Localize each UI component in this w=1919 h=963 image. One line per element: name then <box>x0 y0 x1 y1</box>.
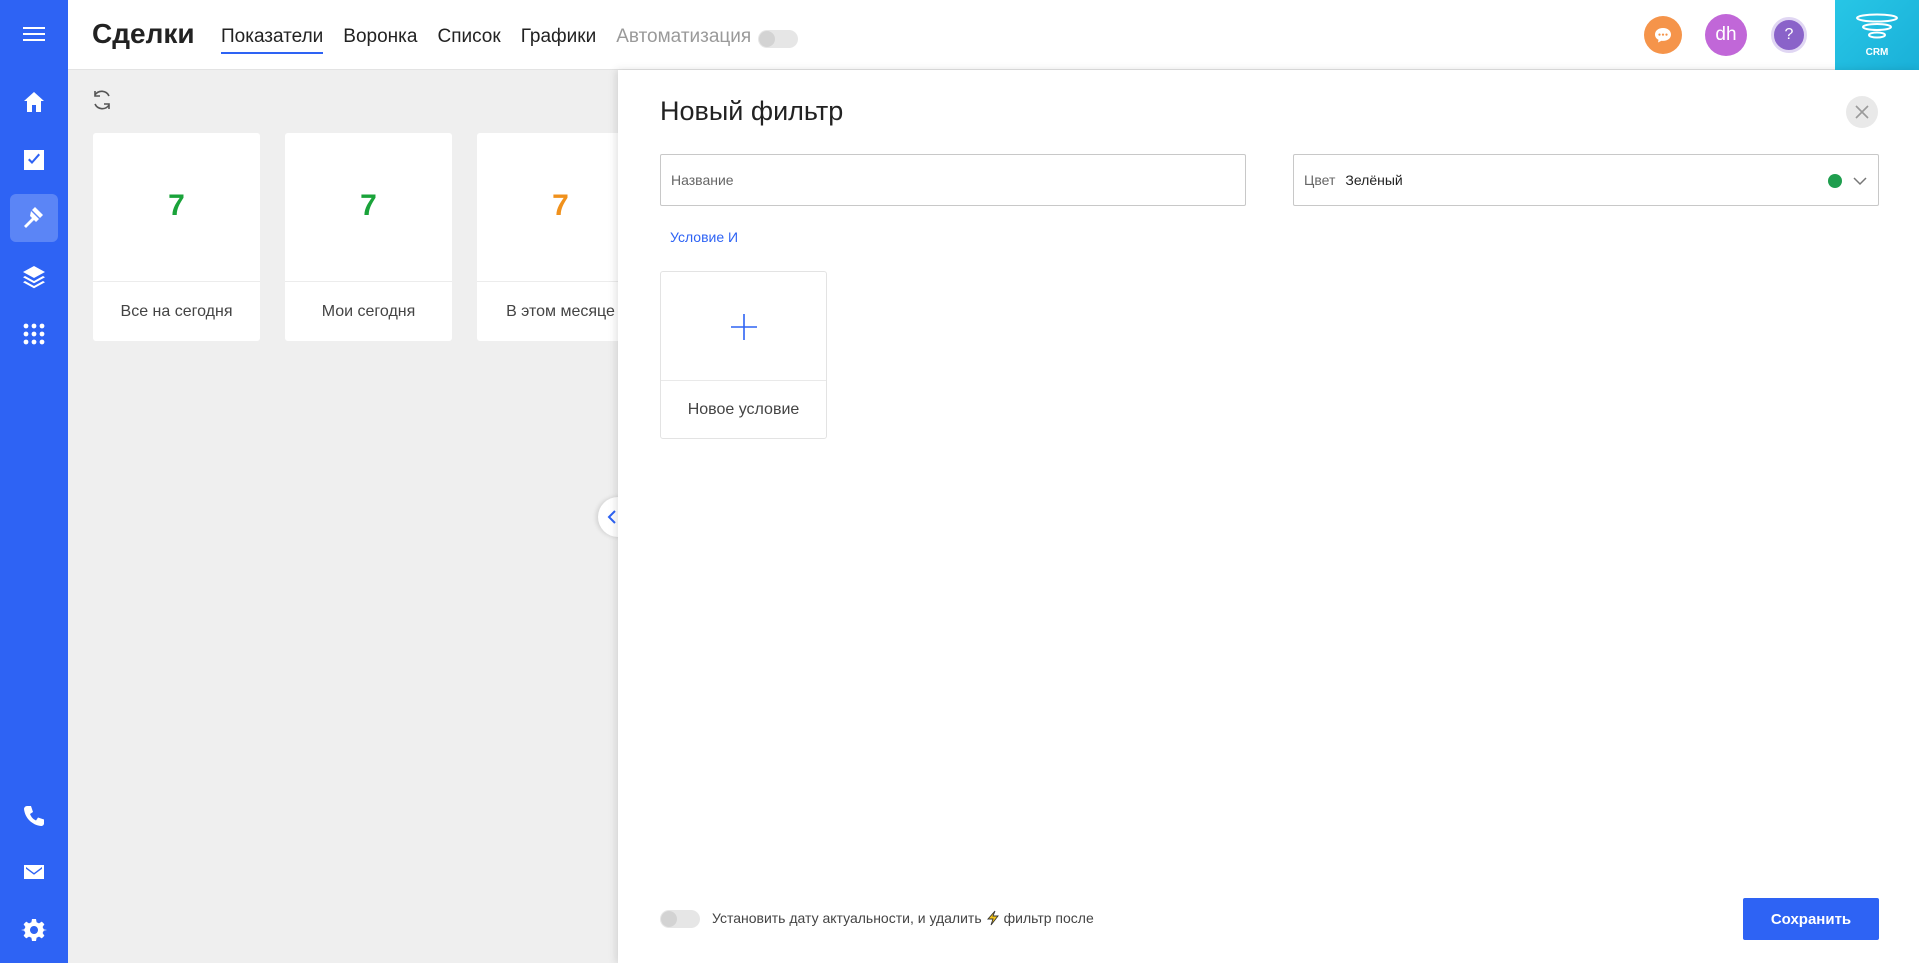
deals-icon[interactable] <box>10 194 58 242</box>
tab-funnel[interactable]: Воронка <box>343 26 417 54</box>
menu-icon[interactable] <box>10 10 58 58</box>
apps-icon[interactable] <box>10 310 58 358</box>
color-select-label: Цвет <box>1304 172 1336 188</box>
kpi-card-all-today[interactable]: 7 Все на сегодня <box>93 133 260 341</box>
help-icon[interactable]: ? <box>1771 17 1807 53</box>
crm-logo-icon <box>1856 13 1898 38</box>
refresh-icon[interactable] <box>90 88 114 112</box>
phone-icon[interactable] <box>10 792 58 840</box>
page-title: Сделки <box>92 18 195 49</box>
panel-title: Новый фильтр <box>660 96 844 126</box>
layers-icon[interactable] <box>10 252 58 300</box>
color-select-value: Зелёный <box>1345 172 1403 188</box>
mail-icon[interactable] <box>10 848 58 896</box>
new-filter-panel: Новый фильтр Цвет Зелёный Условие И Ново… <box>618 70 1919 963</box>
expiry-toggle[interactable] <box>660 910 700 928</box>
close-button[interactable] <box>1846 96 1878 128</box>
home-icon[interactable] <box>10 78 58 126</box>
expiry-text: Установить дату актуальности, и удалить … <box>712 910 1094 926</box>
kpi-value: 7 <box>168 189 185 222</box>
plus-icon <box>661 272 826 382</box>
lightning-icon <box>986 910 999 926</box>
close-icon <box>1855 105 1869 119</box>
sidebar <box>0 0 68 963</box>
filter-name-input[interactable] <box>660 154 1246 206</box>
top-header: Сделки Показатели Воронка Список Графики… <box>68 0 1919 70</box>
settings-icon[interactable] <box>10 906 58 954</box>
view-tabs: Показатели Воронка Список Графики Автома… <box>221 26 771 54</box>
tasks-icon[interactable] <box>10 136 58 184</box>
kpi-value: 7 <box>360 189 377 222</box>
condition-and-link[interactable]: Условие И <box>670 229 738 245</box>
tab-list[interactable]: Список <box>437 26 500 54</box>
save-button[interactable]: Сохранить <box>1743 898 1879 940</box>
chevron-down-icon <box>1853 177 1867 186</box>
crm-badge[interactable]: CRM <box>1835 0 1919 70</box>
color-swatch <box>1828 174 1842 188</box>
tab-automation[interactable]: Автоматизация <box>616 26 751 54</box>
crm-label: CRM <box>1865 46 1889 58</box>
kpi-card-my-today[interactable]: 7 Мои сегодня <box>285 133 452 341</box>
expiry-text-after: фильтр после <box>1003 910 1094 926</box>
expiry-text-before: Установить дату актуальности, и удалить <box>712 910 982 926</box>
chat-icon[interactable] <box>1644 16 1682 54</box>
add-condition-card[interactable]: Новое условие <box>660 271 827 439</box>
tab-indicators[interactable]: Показатели <box>221 26 324 54</box>
automation-toggle[interactable] <box>758 30 798 48</box>
kpi-label: Мои сегодня <box>285 281 452 341</box>
tab-charts[interactable]: Графики <box>521 26 597 54</box>
chevron-left-icon <box>607 510 616 524</box>
color-select[interactable]: Цвет Зелёный <box>1293 154 1879 206</box>
avatar[interactable]: dh <box>1705 14 1747 56</box>
kpi-label: Все на сегодня <box>93 281 260 341</box>
add-condition-label: Новое условие <box>661 380 826 438</box>
